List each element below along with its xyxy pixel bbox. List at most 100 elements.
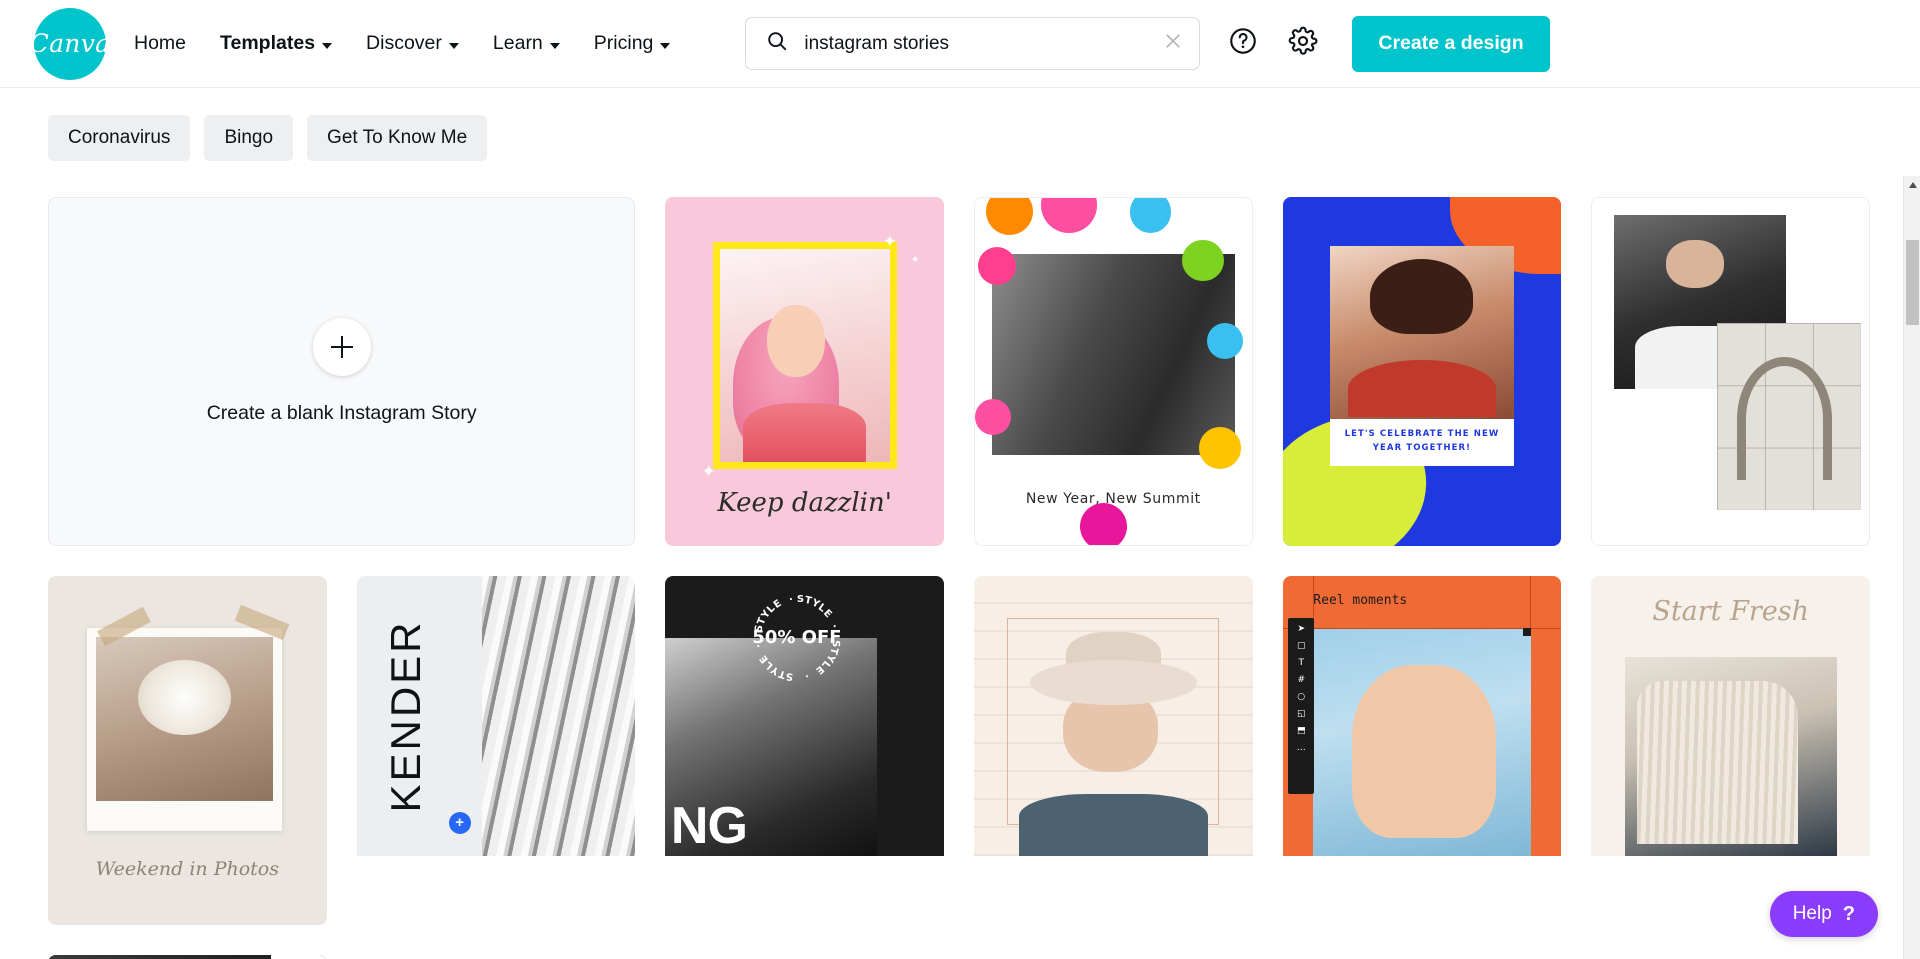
photo-frame — [712, 242, 897, 470]
scroll-up-button[interactable] — [1904, 176, 1920, 193]
nav-item-templates[interactable]: Templates — [220, 32, 333, 55]
mock-toolbar: ➤ ▢ T # ○ ◱ ⬒ … — [1288, 618, 1315, 795]
nav-label: Templates — [220, 32, 316, 54]
template-caption: LET'S CELEBRATE THE NEW YEAR TOGETHER! — [1330, 419, 1514, 466]
photo — [96, 637, 274, 801]
decor-dot — [1041, 198, 1097, 233]
content-area: Coronavirus Bingo Get To Know Me Create … — [0, 88, 1920, 959]
decor-dot — [986, 198, 1034, 235]
polaroid-frame — [87, 628, 283, 831]
nav-item-discover[interactable]: Discover — [366, 32, 459, 55]
image-icon: ◱ — [1296, 709, 1306, 719]
photo — [482, 576, 636, 856]
nav-item-home[interactable]: Home — [134, 32, 186, 55]
decor-body — [743, 402, 866, 463]
shape-icon: ▢ — [1296, 641, 1306, 651]
template-card-start-fresh[interactable]: Start Fresh — [1591, 576, 1870, 856]
question-mark-icon: ? — [1842, 902, 1855, 925]
decor-panel — [270, 955, 327, 959]
photo — [1330, 245, 1514, 420]
template-grid: Create a blank Instagram Story ✦ ✦ ✦ Kee… — [0, 161, 1920, 959]
decor-hand — [1352, 665, 1496, 838]
template-caption: Weekend in Photos — [95, 857, 279, 880]
template-caption: KENDER — [381, 619, 429, 813]
decor-dot — [1199, 427, 1241, 469]
decor-hair — [1370, 259, 1474, 334]
filter-chip-row: Coronavirus Bingo Get To Know Me — [0, 88, 1920, 161]
search-icon — [766, 30, 788, 57]
nav-label: Learn — [492, 32, 543, 54]
template-caption: Keep dazzlin' — [717, 488, 892, 519]
decor-dot — [974, 399, 1011, 436]
template-card-bw-portrait[interactable]: PASSED — [48, 955, 327, 959]
chevron-down-icon — [660, 42, 671, 49]
photo — [1313, 629, 1531, 856]
frame-icon: ⬒ — [1296, 726, 1306, 736]
decor-dot — [1182, 239, 1224, 282]
template-card-style-50-off[interactable]: 50% OFF STYLE · STYLE · STYLE · STYLE · … — [665, 576, 944, 856]
circle-icon: ○ — [1297, 692, 1306, 702]
chevron-down-icon — [322, 42, 333, 49]
decor-face — [1665, 239, 1725, 289]
decor-flowers — [138, 660, 231, 736]
blank-card-label: Create a blank Instagram Story — [206, 402, 477, 424]
gear-icon — [1288, 26, 1318, 61]
template-card-new-year-new-summit[interactable]: New Year, New Summit — [973, 197, 1253, 546]
chevron-up-icon — [1908, 181, 1917, 188]
add-badge-icon[interactable]: + — [448, 811, 471, 834]
decor-dress — [1348, 360, 1496, 418]
help-widget-button[interactable]: Help ? — [1769, 891, 1878, 937]
settings-button[interactable] — [1286, 26, 1320, 61]
ring-char: · — [788, 594, 795, 606]
sparkle-icon: ✦ — [701, 462, 716, 482]
create-blank-instagram-story-card[interactable]: Create a blank Instagram Story — [48, 197, 636, 546]
filter-chip-get-to-know-me[interactable]: Get To Know Me — [307, 115, 488, 161]
chevron-down-icon — [549, 42, 560, 49]
sparkle-icon: ✦ — [882, 231, 897, 251]
cursor-icon: ➤ — [1297, 624, 1305, 634]
photo — [991, 253, 1236, 455]
top-header: Canva Home Templates Discover Learn Pric… — [0, 0, 1920, 88]
chevron-down-icon — [448, 42, 459, 49]
text-icon: T — [1298, 658, 1304, 668]
template-card-weekender[interactable]: KENDER + — [356, 576, 636, 856]
question-circle-icon — [1228, 26, 1258, 61]
canva-logo[interactable]: Canva — [30, 7, 110, 80]
resize-handle[interactable] — [1522, 627, 1531, 636]
nav-label: Discover — [366, 32, 442, 54]
decor-face — [767, 304, 826, 378]
vertical-scrollbar[interactable] — [1903, 176, 1920, 959]
decor-arc — [1736, 356, 1832, 481]
main-nav: Home Templates Discover Learn Pricing — [134, 32, 671, 55]
template-caption: Reel moments — [1313, 592, 1408, 608]
nav-label: Pricing — [593, 32, 654, 54]
inner-card: LET'S CELEBRATE THE NEW YEAR TOGETHER! — [1330, 245, 1514, 466]
filter-chip-coronavirus[interactable]: Coronavirus — [48, 115, 191, 161]
decor-dot — [1207, 322, 1244, 359]
template-card-weekend-in-photos[interactable]: Weekend in Photos — [48, 576, 327, 925]
search-bar[interactable] — [745, 17, 1201, 70]
template-caption: New Year, New Summit — [1025, 490, 1201, 507]
nav-item-pricing[interactable]: Pricing — [594, 32, 671, 55]
template-card-hat-portrait[interactable] — [973, 576, 1253, 856]
filter-chip-bingo[interactable]: Bingo — [204, 115, 294, 161]
template-card-lets-celebrate[interactable]: LET'S CELEBRATE THE NEW YEAR TOGETHER! — [1282, 197, 1562, 546]
ring-char: · — [803, 669, 811, 682]
template-card-reel-moments[interactable]: Reel moments ➤ ▢ T # ○ ◱ ⬒ … — [1282, 576, 1562, 856]
search-input[interactable] — [804, 32, 1164, 55]
plus-icon[interactable] — [312, 318, 371, 376]
photo — [1624, 657, 1837, 856]
decor-hat-brim — [1029, 660, 1197, 705]
template-card-photo-collage[interactable] — [1591, 197, 1870, 546]
close-icon[interactable] — [1163, 31, 1183, 56]
template-caption: Start Fresh — [1652, 595, 1809, 627]
decor-jacket — [1018, 794, 1209, 856]
decor-dot — [1129, 198, 1172, 233]
create-a-design-button[interactable]: Create a design — [1352, 15, 1550, 72]
template-card-keep-dazzlin[interactable]: ✦ ✦ ✦ Keep dazzlin' — [665, 197, 944, 546]
more-icon: … — [1296, 743, 1306, 753]
scrollbar-thumb[interactable] — [1906, 240, 1919, 325]
help-button[interactable] — [1226, 27, 1260, 61]
nav-item-learn[interactable]: Learn — [493, 32, 560, 55]
sparkle-icon: ✦ — [910, 253, 920, 266]
